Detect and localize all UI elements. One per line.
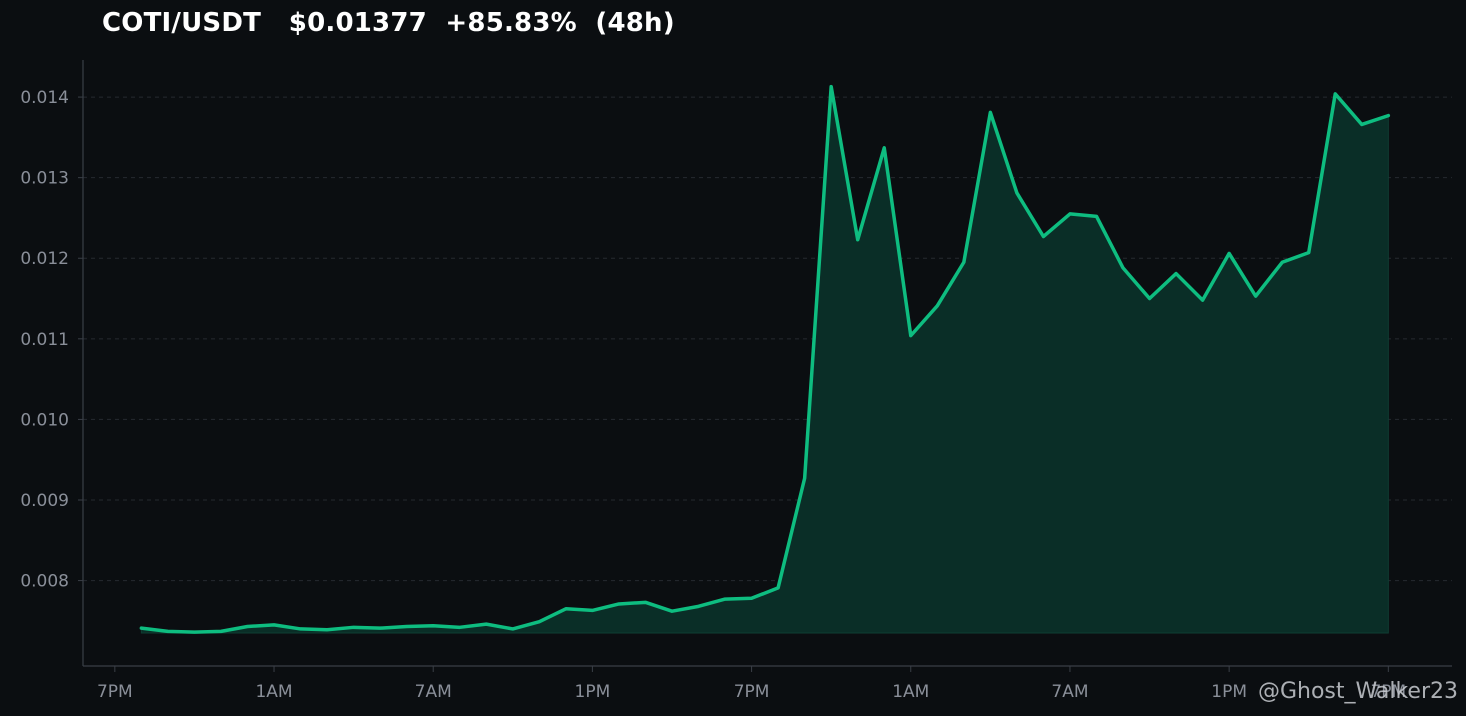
x-tick-label-0: 7PM: [97, 682, 133, 702]
x-tick-label-5: 1AM: [892, 682, 929, 702]
x-axis-ticks: 7PM 1AM 7AM 1PM 7PM 1AM 7AM 1PM 7PM: [97, 666, 1406, 702]
price-area-fill: [140, 86, 1389, 634]
watermark-text: @Ghost_Walker23: [1258, 679, 1458, 704]
x-tick-label-4: 7PM: [734, 682, 770, 702]
x-tick-label-7: 1PM: [1211, 682, 1247, 702]
y-tick-label-5: 0.013: [20, 169, 69, 189]
y-tick-label-1: 0.009: [20, 491, 69, 511]
y-axis-ticks: 0.008 0.009 0.010 0.011 0.012 0.013 0.014: [20, 88, 83, 592]
price-chart: 0.008 0.009 0.010 0.011 0.012 0.013 0.014 7PM 1…: [20, 60, 1458, 704]
x-tick-label-6: 7AM: [1051, 682, 1088, 702]
watermark: @Ghost_Walker23: [1258, 679, 1458, 704]
y-tick-label-6: 0.014: [20, 88, 69, 108]
y-tick-label-2: 0.010: [20, 410, 69, 430]
y-tick-label-3: 0.011: [20, 330, 69, 350]
y-tick-label-0: 0.008: [20, 572, 69, 592]
x-tick-label-3: 1PM: [575, 682, 611, 702]
x-tick-label-2: 7AM: [415, 682, 452, 702]
price-area: [139, 84, 1391, 634]
y-tick-label-4: 0.012: [20, 249, 69, 269]
x-tick-label-1: 1AM: [255, 682, 292, 702]
